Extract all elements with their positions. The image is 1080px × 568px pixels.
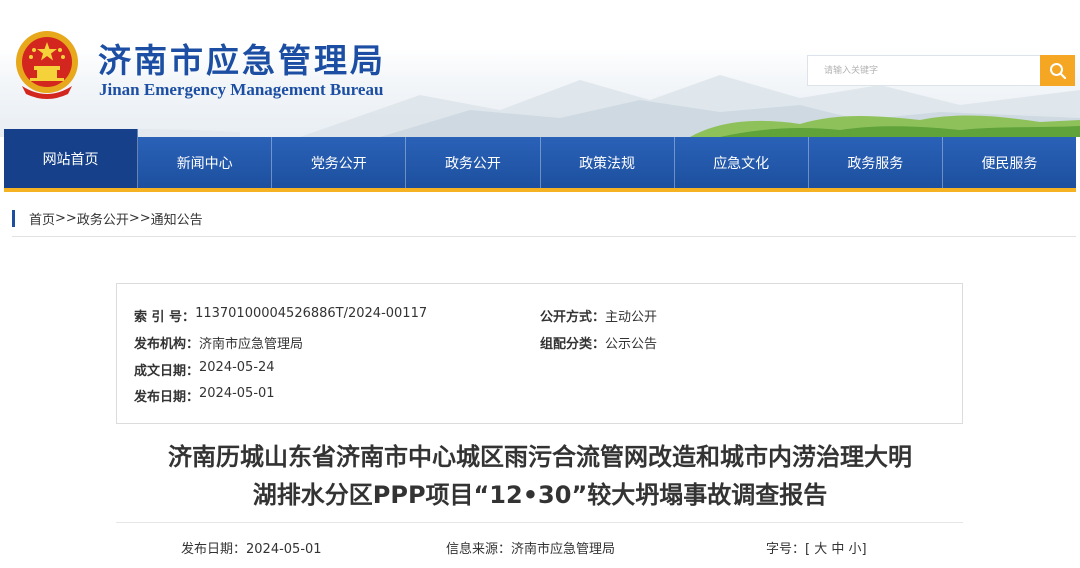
meta-label: 字号：[ [766, 542, 811, 557]
breadcrumb-separator: >> [128, 210, 151, 226]
breadcrumb-notices[interactable]: 通知公告 [151, 209, 203, 228]
article-title-line: 湖排水分区PPP项目“12•30”较大坍塌事故调查报告 [252, 481, 828, 509]
meta-value: 济南市应急管理局 [511, 542, 616, 557]
meta-label: 信息来源： [446, 542, 512, 557]
breadcrumb-government-affairs[interactable]: 政务公开 [77, 209, 129, 228]
meta-source: 信息来源：济南市应急管理局 [446, 538, 615, 557]
info-value: 主动公开 [605, 310, 658, 325]
info-label: 成文日期： [134, 364, 200, 379]
info-value: 济南市应急管理局 [199, 337, 304, 352]
nav-item-news[interactable]: 新闻中心 [138, 137, 273, 188]
divider [12, 236, 1076, 237]
search-input[interactable] [808, 56, 1040, 85]
info-written-date: 成文日期： 2024-05-24 [134, 360, 275, 379]
info-label: 公开方式： [540, 310, 606, 325]
nav-item-party-affairs[interactable]: 党务公开 [272, 137, 407, 188]
meta-value: 2024-05-01 [246, 542, 322, 557]
nav-item-public-services[interactable]: 便民服务 [943, 137, 1076, 188]
breadcrumb-home[interactable]: 首页 [29, 209, 55, 228]
document-info-box: 索 引 号： 11370100004526886T/2024-00117 公开方… [116, 283, 963, 424]
nav-item-home[interactable]: 网站首页 [4, 129, 139, 188]
info-publish-date: 发布日期： 2024-05-01 [134, 386, 275, 405]
info-label: 发布机构： [134, 337, 200, 352]
info-label: 组配分类： [540, 337, 606, 352]
search-icon [1049, 62, 1066, 79]
nav-item-emergency-culture[interactable]: 应急文化 [675, 137, 809, 188]
info-issuer: 发布机构： 济南市应急管理局 [134, 333, 303, 352]
info-category: 组配分类： 公示公告 [540, 333, 657, 352]
breadcrumb-separator: >> [55, 210, 77, 226]
search-button[interactable] [1040, 55, 1075, 86]
divider [116, 522, 963, 523]
font-size-medium-link[interactable]: 中 [831, 542, 844, 557]
header-banner: 济南市应急管理局 Jinan Emergency Management Bure… [0, 0, 1080, 137]
nav-item-government-affairs[interactable]: 政务公开 [406, 137, 541, 188]
info-label: 索 引 号： [134, 310, 196, 325]
breadcrumb-marker [12, 209, 15, 227]
info-value: 11370100004526886T/2024-00117 [195, 306, 428, 321]
main-nav: 网站首页 新闻中心 党务公开 政务公开 政策法规 应急文化 政务服务 便民服务 [4, 129, 1076, 192]
meta-label: 发布日期： [181, 542, 247, 557]
info-value: 2024-05-01 [199, 386, 275, 401]
site-subtitle: Jinan Emergency Management Bureau [99, 80, 384, 99]
meta-bracket: ] [861, 542, 867, 557]
info-value: 公示公告 [605, 337, 658, 352]
nav-item-government-services[interactable]: 政务服务 [809, 137, 943, 188]
meta-publish-date: 发布日期：2024-05-01 [181, 538, 322, 557]
article-title-line: 济南历城山东省济南市中心城区雨污合流管网改造和城市内涝治理大明 [168, 443, 912, 471]
nav-item-policies[interactable]: 政策法规 [541, 137, 675, 188]
national-emblem-icon [12, 28, 82, 100]
info-value: 2024-05-24 [199, 360, 275, 375]
font-size-large-link[interactable]: 大 [814, 542, 827, 557]
article-title: 济南历城山东省济南市中心城区雨污合流管网改造和城市内涝治理大明 湖排水分区PPP… [100, 438, 980, 514]
site-title: 济南市应急管理局 [98, 41, 386, 80]
font-size-selector: 字号：[ 大 中 小] [766, 538, 867, 557]
info-label: 发布日期： [134, 390, 200, 405]
info-index-number: 索 引 号： 11370100004526886T/2024-00117 [134, 306, 427, 325]
breadcrumb: 首页 >> 政务公开 >> 通知公告 [12, 208, 203, 228]
search-box [807, 55, 1041, 86]
font-size-small-link[interactable]: 小 [849, 542, 862, 557]
info-disclosure-method: 公开方式： 主动公开 [540, 306, 657, 325]
